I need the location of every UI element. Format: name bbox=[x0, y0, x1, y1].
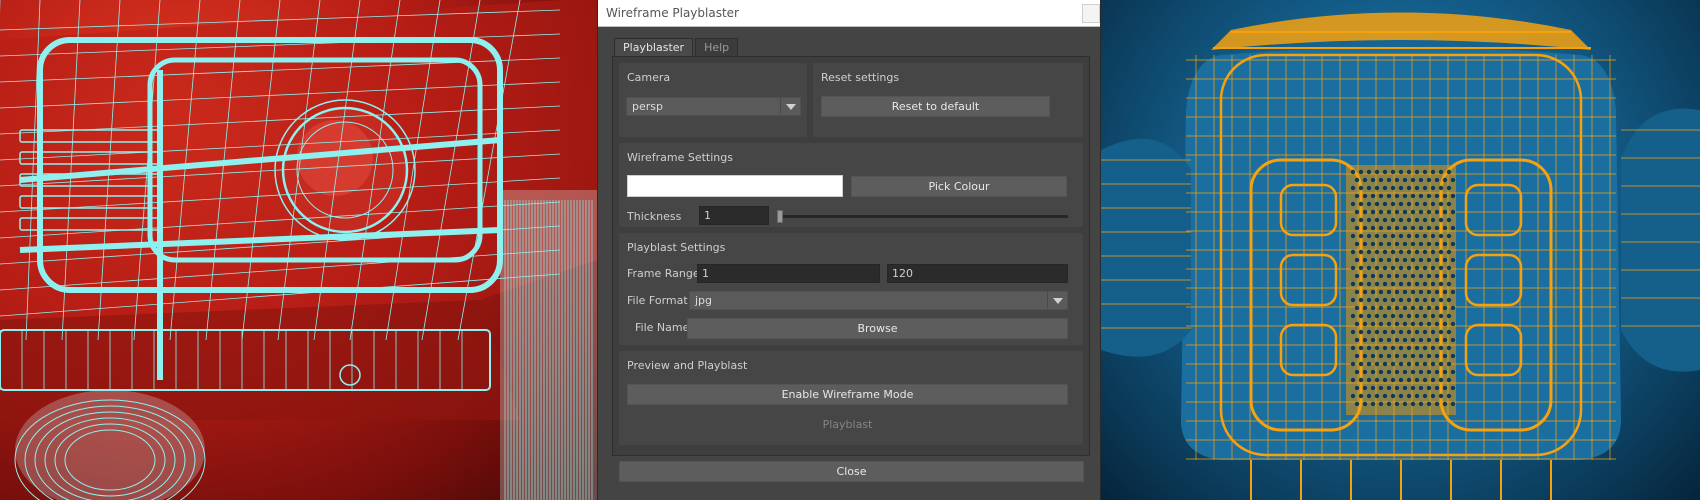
window-title: Wireframe Playblaster bbox=[606, 6, 739, 20]
tab-content-playblaster: Camera persp Reset settings Reset to def… bbox=[612, 56, 1090, 456]
thickness-slider-track[interactable] bbox=[777, 215, 1068, 218]
file-format-value: jpg bbox=[695, 294, 713, 307]
enable-wireframe-mode-button[interactable]: Enable Wireframe Mode bbox=[627, 384, 1068, 405]
viewport-render-right bbox=[1101, 0, 1700, 500]
tab-playblaster[interactable]: Playblaster bbox=[614, 38, 694, 56]
file-format-label: File Format bbox=[627, 294, 688, 307]
camera-select-value: persp bbox=[632, 100, 663, 113]
right-render-wireframe bbox=[1101, 12, 1700, 500]
file-name-label: File Name bbox=[635, 321, 690, 334]
frame-start-value: 1 bbox=[702, 267, 709, 280]
reset-frame-title: Reset settings bbox=[821, 71, 900, 84]
viewport-render-left bbox=[0, 0, 597, 500]
wireframe-playblaster-dialog: Wireframe Playblaster Playblaster Help C… bbox=[597, 0, 1101, 500]
chevron-down-icon bbox=[1047, 292, 1067, 309]
thickness-label: Thickness bbox=[627, 210, 682, 223]
wireframe-settings-title: Wireframe Settings bbox=[627, 151, 733, 164]
camera-frame-title: Camera bbox=[627, 71, 671, 84]
title-bar[interactable]: Wireframe Playblaster bbox=[598, 0, 1100, 27]
playblast-button[interactable]: Playblast bbox=[627, 414, 1068, 435]
pick-colour-button[interactable]: Pick Colour bbox=[851, 176, 1067, 197]
browse-button[interactable]: Browse bbox=[687, 318, 1068, 339]
frame-range-label: Frame Range bbox=[627, 267, 700, 280]
thickness-field[interactable]: 1 bbox=[699, 206, 769, 225]
preview-playblast-frame: Preview and Playblast Enable Wireframe M… bbox=[619, 351, 1083, 445]
reset-frame: Reset settings Reset to default bbox=[813, 63, 1083, 137]
file-format-select[interactable]: jpg bbox=[689, 291, 1068, 310]
window-close-button[interactable] bbox=[1082, 4, 1100, 23]
frame-start-field[interactable]: 1 bbox=[697, 264, 880, 283]
camera-select[interactable]: persp bbox=[626, 97, 801, 116]
wireframe-settings-frame: Wireframe Settings Pick Colour Thickness… bbox=[619, 143, 1083, 227]
playblast-settings-title: Playblast Settings bbox=[627, 241, 726, 254]
thickness-value: 1 bbox=[704, 209, 711, 222]
reset-to-default-button[interactable]: Reset to default bbox=[821, 96, 1050, 117]
left-render-wireframe bbox=[0, 0, 597, 500]
close-button[interactable]: Close bbox=[619, 461, 1084, 482]
preview-playblast-title: Preview and Playblast bbox=[627, 359, 748, 372]
tab-help[interactable]: Help bbox=[695, 38, 739, 56]
thickness-slider-handle[interactable] bbox=[777, 210, 783, 223]
camera-frame: Camera persp bbox=[619, 63, 807, 137]
wireframe-colour-swatch[interactable] bbox=[627, 175, 843, 197]
playblast-settings-frame: Playblast Settings Frame Range 1 120 Fil… bbox=[619, 233, 1083, 345]
chevron-down-icon bbox=[780, 98, 800, 115]
frame-end-field[interactable]: 120 bbox=[887, 264, 1068, 283]
frame-end-value: 120 bbox=[892, 267, 913, 280]
tab-bar: Playblaster Help bbox=[614, 38, 740, 56]
